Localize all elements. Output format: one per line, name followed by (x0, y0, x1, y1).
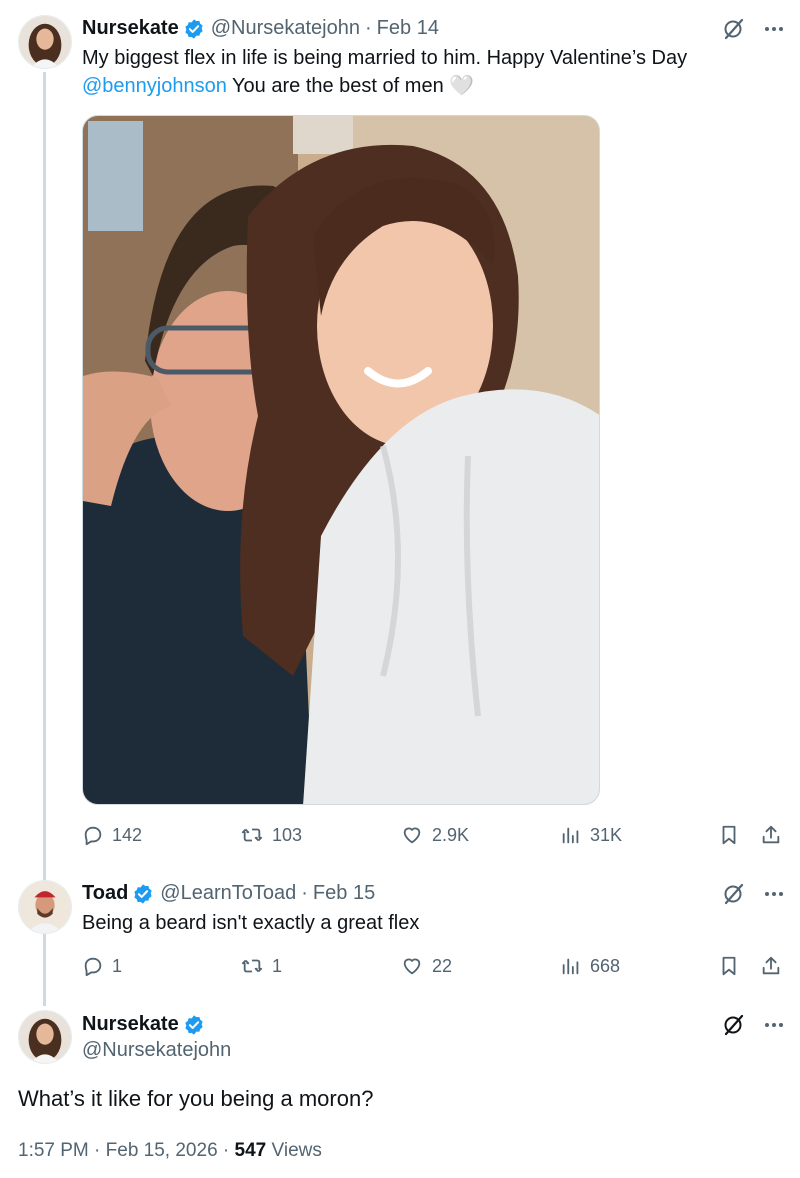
avatar-toad[interactable] (18, 880, 72, 934)
bookmark-icon (722, 825, 736, 845)
repost-button[interactable]: 1 (240, 951, 282, 981)
like-icon (403, 827, 421, 844)
tweet-full-date[interactable]: Feb 15, 2026 (106, 1140, 218, 1161)
share-button[interactable] (760, 951, 782, 981)
separator: · (301, 882, 308, 904)
tweet-text-part2: You are the best of men (226, 75, 444, 97)
more-icon[interactable] (762, 17, 786, 41)
thread-line (43, 72, 46, 1006)
reply-text: Being a beard isn't exactly a great flex (82, 912, 420, 934)
views-icon (562, 958, 579, 975)
like-count: 22 (432, 955, 453, 976)
views-button[interactable]: 31K (560, 820, 622, 850)
like-icon (403, 958, 421, 975)
tweet-header: Nursekate @Nursekatejohn · Feb 14 (82, 17, 439, 40)
focused-tweet-text: What’s it like for you being a moron? (18, 1086, 374, 1111)
tweet-date[interactable]: Feb 15 (313, 882, 375, 905)
tweet-date[interactable]: Feb 14 (377, 17, 439, 40)
handle[interactable]: @LearnToToad (160, 882, 296, 905)
repost-count: 1 (272, 955, 283, 976)
white-heart-emoji: 🤍 (449, 75, 475, 97)
mention-link[interactable]: @bennyjohnson (82, 75, 227, 97)
like-button[interactable]: 22 (400, 951, 452, 981)
share-icon (762, 825, 780, 844)
like-count: 2.9K (432, 824, 470, 845)
bookmark-icon (722, 956, 736, 976)
bookmark-button[interactable] (718, 820, 740, 850)
grok-icon[interactable] (722, 1013, 746, 1037)
share-icon (762, 956, 780, 975)
repost-button[interactable]: 103 (240, 820, 302, 850)
verified-badge-icon (185, 18, 203, 39)
share-button[interactable] (760, 820, 782, 850)
handle[interactable]: @Nursekatejohn (211, 17, 360, 40)
more-icon[interactable] (762, 1013, 786, 1037)
display-name[interactable]: Nursekate (82, 17, 179, 40)
reply-count: 1 (112, 955, 123, 976)
like-button[interactable]: 2.9K (400, 820, 469, 850)
separator: · (94, 1140, 101, 1161)
tweet-text: My biggest flex in life is being married… (82, 44, 782, 100)
focused-tweet-handle-row: @Nursekatejohn (82, 1039, 231, 1062)
focused-tweet-name-row: Nursekate (82, 1013, 211, 1036)
views-count: 547 (234, 1140, 267, 1161)
more-icon[interactable] (762, 882, 786, 906)
repost-count: 103 (272, 824, 303, 845)
reply-actions: 1 1 22 668 (82, 951, 782, 981)
tweet-actions: 142 103 2.9K 31K (82, 820, 782, 850)
reply-icon (84, 826, 102, 846)
reply-header: Toad @LearnToToad · Feb 15 (82, 882, 375, 905)
reply-button[interactable]: 142 (82, 820, 142, 850)
views-count: 668 (590, 955, 621, 976)
tweet-timestamp-line: 1:57 PM · Feb 15, 2026 · 547 Views (18, 1140, 322, 1162)
verified-badge-icon (185, 1014, 203, 1035)
tweet-top-icons (722, 17, 786, 41)
views-icon (562, 827, 579, 844)
handle[interactable]: @Nursekatejohn (82, 1039, 231, 1062)
separator: · (222, 1140, 230, 1161)
views-count: 31K (590, 824, 623, 845)
separator: · (365, 17, 372, 39)
avatar-nursekate[interactable] (18, 1010, 72, 1064)
grok-icon[interactable] (722, 17, 746, 41)
tweet-text-part1: My biggest flex in life is being married… (82, 47, 688, 69)
repost-icon (241, 828, 263, 842)
reply-count: 142 (112, 824, 143, 845)
grok-icon[interactable] (722, 882, 746, 906)
tweet-photo[interactable] (82, 115, 600, 805)
verified-badge-icon (134, 883, 152, 904)
display-name[interactable]: Nursekate (82, 1013, 179, 1036)
display-name[interactable]: Toad (82, 882, 128, 905)
reply-top-icons (722, 882, 786, 906)
reply-icon (84, 957, 102, 977)
views-label: Views (271, 1140, 322, 1161)
tweet-time[interactable]: 1:57 PM (18, 1140, 89, 1161)
reply-button[interactable]: 1 (82, 951, 122, 981)
avatar-nursekate[interactable] (18, 15, 72, 69)
bookmark-button[interactable] (718, 951, 740, 981)
views-button[interactable]: 668 (560, 951, 620, 981)
focused-tweet-top-icons (722, 1013, 786, 1037)
repost-icon (241, 959, 263, 973)
